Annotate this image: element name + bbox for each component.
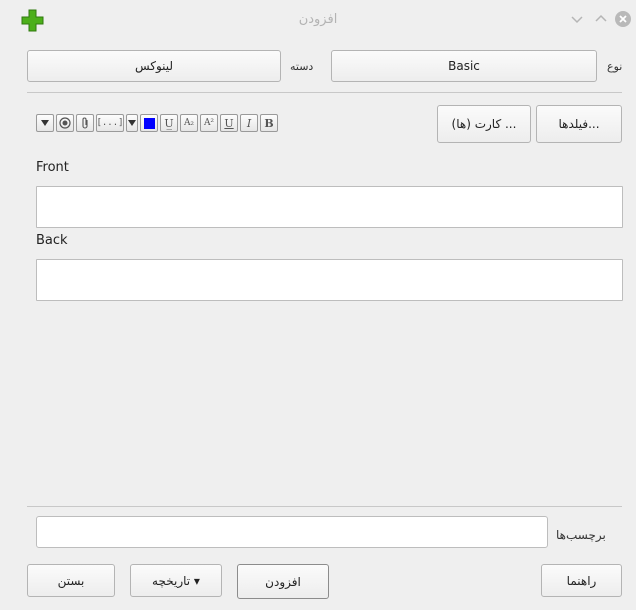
help-button[interactable]: راهنما [541,564,622,597]
front-field[interactable] [36,186,623,228]
fields-button[interactable]: فیلدها... [536,105,622,143]
superscript-button[interactable]: A² [200,114,218,132]
color-dropdown-icon[interactable] [126,114,138,132]
note-type-button[interactable]: Basic [331,50,597,82]
window-title: افزودن [298,12,338,27]
italic-button[interactable]: I [240,114,258,132]
record-audio-icon[interactable] [56,114,74,132]
subscript-button[interactable]: A₂ [180,114,198,132]
deck-label: دسته [290,60,314,73]
close-window-icon[interactable] [614,10,632,28]
formatting-toolbar: [...] U̲ A₂ A² U I B [36,114,278,134]
underline-button[interactable]: U [220,114,238,132]
history-button[interactable]: تاریخچه ▾ [130,564,222,597]
add-button[interactable]: افزودن [237,564,329,599]
type-label: نوع [607,60,623,73]
tags-input[interactable] [36,516,548,548]
maximize-icon[interactable] [592,10,610,28]
title-bar: افزودن [0,0,636,40]
text-color-icon[interactable] [140,114,158,132]
front-label: Front [36,160,69,175]
divider [27,92,622,93]
bold-button[interactable]: B [260,114,278,132]
close-button[interactable]: بستن [27,564,115,597]
cards-button[interactable]: کارت (ها) ... [437,105,531,143]
remove-format-button[interactable]: U̲ [160,114,178,132]
deck-button[interactable]: لینوکس [27,50,281,82]
back-field[interactable] [36,259,623,301]
divider [27,506,622,507]
minimize-icon[interactable] [568,10,586,28]
attach-media-icon[interactable] [76,114,94,132]
tags-label: برچسب‌ها [556,528,606,542]
more-dropdown-icon[interactable] [36,114,54,132]
cloze-button[interactable]: [...] [96,114,124,132]
back-label: Back [36,233,68,248]
